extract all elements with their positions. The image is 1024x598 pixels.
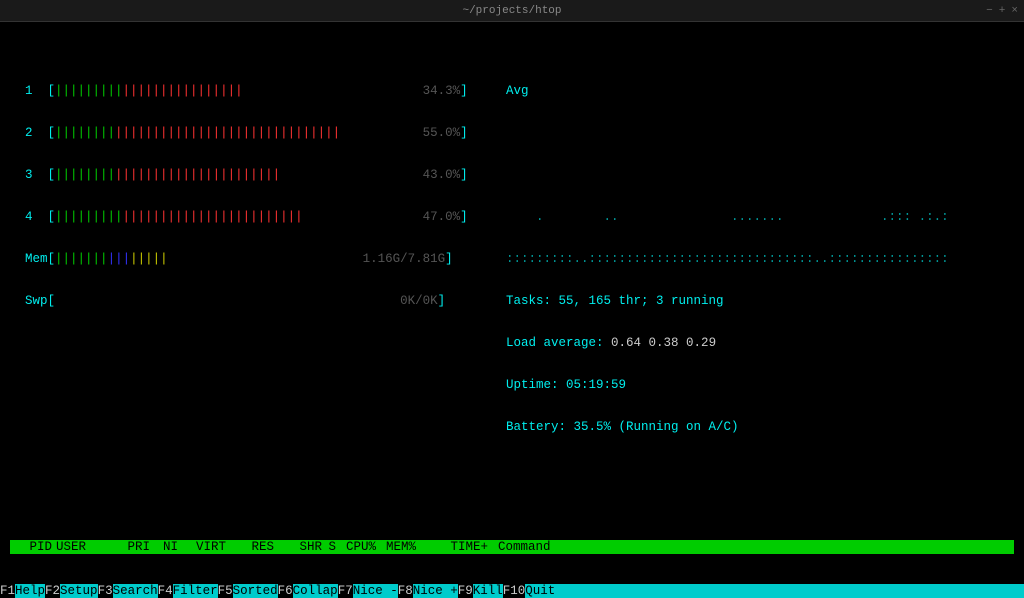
cpu-meters: 1 [||||||||||||||||||||||||| 34.3%] 2 [|… bbox=[10, 56, 490, 462]
tasks-summary: Tasks: 55, 165 thr; 3 running bbox=[506, 294, 724, 308]
summary-panel: Avg . .. ....... .::: .:.: :::::::::..::… bbox=[490, 56, 949, 462]
fkey-F3[interactable]: F3Search bbox=[98, 584, 158, 598]
fkey-F1[interactable]: F1Help bbox=[0, 584, 45, 598]
fkey-F9[interactable]: F9Kill bbox=[458, 584, 503, 598]
window-title: ~/projects/htop bbox=[462, 4, 561, 18]
window-titlebar: ~/projects/htop − + × bbox=[0, 0, 1024, 22]
uptime: Uptime: 05:19:59 bbox=[506, 378, 626, 392]
fkey-F5[interactable]: F5Sorted bbox=[218, 584, 278, 598]
process-header[interactable]: PID USER PRI NI VIRT RES SHR S CPU% MEM%… bbox=[10, 540, 1014, 554]
load-average: 0.64 0.38 0.29 bbox=[611, 336, 716, 350]
fkey-F8[interactable]: F8Nice + bbox=[398, 584, 458, 598]
window-minimize-icon[interactable]: − bbox=[986, 4, 993, 18]
fkey-F2[interactable]: F2Setup bbox=[45, 584, 98, 598]
window-close-icon[interactable]: × bbox=[1011, 4, 1018, 18]
battery-status: Battery: 35.5% (Running on A/C) bbox=[506, 420, 739, 434]
fkey-F6[interactable]: F6Collap bbox=[278, 584, 338, 598]
fkey-F4[interactable]: F4Filter bbox=[158, 584, 218, 598]
fkey-F7[interactable]: F7Nice - bbox=[338, 584, 398, 598]
window-maximize-icon[interactable]: + bbox=[999, 4, 1006, 18]
function-key-bar: F1Help F2Setup F3SearchF4FilterF5SortedF… bbox=[0, 584, 1024, 598]
terminal-area[interactable]: 1 [||||||||||||||||||||||||| 34.3%] 2 [|… bbox=[0, 22, 1024, 582]
fkey-F10[interactable]: F10Quit bbox=[503, 584, 556, 598]
